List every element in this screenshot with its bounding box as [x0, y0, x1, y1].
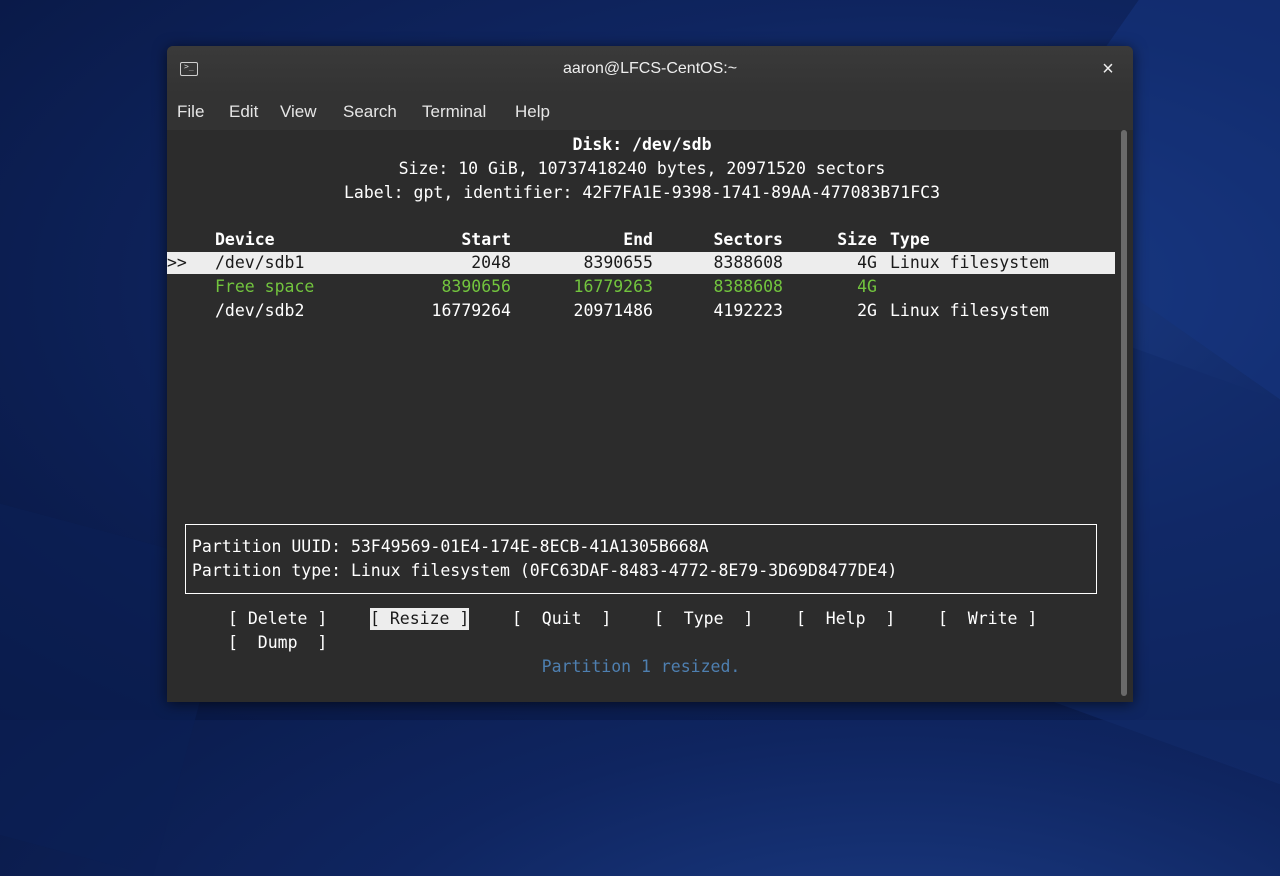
menu-file[interactable]: File	[177, 102, 204, 122]
col-sectors-header: Sectors	[713, 230, 783, 249]
disk-size: Size: 10 GiB, 10737418240 bytes, 2097152…	[398, 159, 886, 178]
row-sectors: 8388608	[713, 277, 783, 296]
dump-button[interactable]: [ Dump ]	[228, 632, 327, 654]
row-start: 2048	[471, 253, 511, 272]
menu-search[interactable]: Search	[343, 102, 397, 122]
row-start: 16779264	[431, 301, 511, 320]
row-type: Linux filesystem	[890, 301, 1049, 320]
col-size-header: Size	[837, 230, 877, 249]
col-start-header: Start	[461, 230, 511, 249]
row-type: Linux filesystem	[890, 253, 1049, 272]
disk-label: Label: gpt, identifier: 42F7FA1E-9398-17…	[343, 183, 941, 202]
col-device-header: Device	[215, 230, 275, 249]
delete-button[interactable]: [ Delete ]	[228, 608, 327, 630]
col-end-header: End	[623, 230, 653, 249]
disk-title: Disk: /dev/sdb	[572, 135, 712, 154]
row-sectors: 4192223	[713, 301, 783, 320]
status-message: Partition 1 resized.	[541, 657, 741, 676]
partition-type: Partition type: Linux filesystem (0FC63D…	[192, 561, 898, 580]
scrollbar-thumb[interactable]	[1121, 130, 1127, 696]
row-device[interactable]: /dev/sdb2	[215, 299, 304, 323]
partition-info-box: Partition UUID: 53F49569-01E4-174E-8ECB-…	[185, 524, 1097, 594]
menu-bar: File Edit View Search Terminal Help	[167, 94, 1133, 130]
window-title: aaron@LFCS-CentOS:~	[562, 60, 738, 77]
menu-terminal[interactable]: Terminal	[422, 102, 486, 122]
row-sectors: 8388608	[713, 253, 783, 272]
scrollbar[interactable]	[1121, 130, 1127, 696]
help-button[interactable]: [ Help ]	[796, 608, 895, 630]
row-size: 4G	[857, 253, 877, 272]
row-end: 20971486	[573, 301, 653, 320]
row-device[interactable]: Free space	[215, 275, 314, 299]
type-button[interactable]: [ Type ]	[654, 608, 753, 630]
quit-button[interactable]: [ Quit ]	[512, 608, 611, 630]
row-device: /dev/sdb1	[215, 253, 305, 272]
menu-edit[interactable]: Edit	[229, 102, 258, 122]
row-end: 16779263	[573, 277, 653, 296]
terminal-window: >_ aaron@LFCS-CentOS:~ × File Edit View …	[167, 46, 1133, 702]
write-button[interactable]: [ Write ]	[938, 608, 1037, 630]
menu-help[interactable]: Help	[515, 102, 550, 122]
terminal-content[interactable]: Disk: /dev/sdb Size: 10 GiB, 10737418240…	[167, 130, 1133, 702]
close-button[interactable]: ×	[1097, 58, 1119, 80]
menu-view[interactable]: View	[280, 102, 317, 122]
row-selector: >>	[167, 253, 187, 272]
col-type-header: Type	[890, 230, 930, 249]
title-bar[interactable]: >_ aaron@LFCS-CentOS:~ ×	[167, 46, 1133, 94]
resize-button[interactable]: [ Resize ]	[370, 608, 470, 630]
row-size: 2G	[857, 301, 877, 320]
row-size: 4G	[857, 277, 877, 296]
partition-uuid: Partition UUID: 53F49569-01E4-174E-8ECB-…	[192, 537, 709, 556]
row-end: 8390655	[583, 253, 653, 272]
row-start: 8390656	[441, 277, 511, 296]
